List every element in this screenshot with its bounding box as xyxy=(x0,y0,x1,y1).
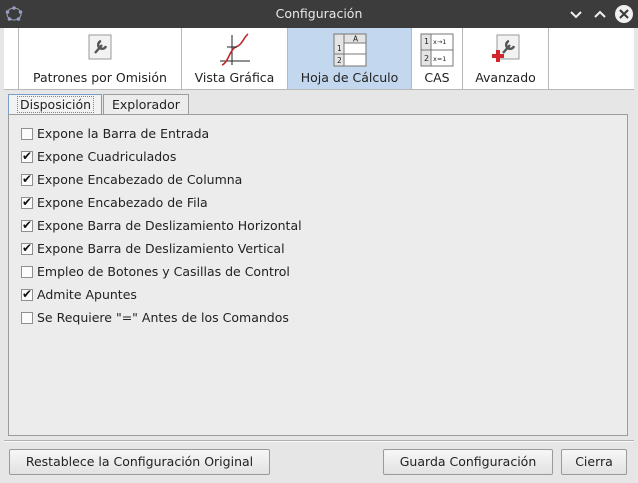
tab-cas[interactable]: 1 x→1 2 x=1 CAS xyxy=(412,28,463,89)
check-mark-icon: ✔ xyxy=(22,241,33,255)
checkbox-label: Expone Cuadriculados xyxy=(37,149,177,164)
checkbox-label: Admite Apuntes xyxy=(37,287,137,302)
checkbox-box[interactable]: ✔ xyxy=(21,172,33,186)
title-bar: Configuración xyxy=(0,0,638,28)
checkbox-box[interactable]: ✔ xyxy=(21,218,33,232)
row-header-2: 2 xyxy=(337,56,342,65)
checkbox-label: Expone Barra de Deslizamiento Vertical xyxy=(37,241,285,256)
tab-label: Patrones por Omisión xyxy=(33,70,167,85)
check-mark-icon: ✔ xyxy=(22,287,33,301)
check-mark-icon: ✔ xyxy=(22,195,33,209)
layout-options-panel: Expone la Barra de Entrada ✔ Expone Cuad… xyxy=(8,114,628,436)
tab-browser[interactable]: Explorador xyxy=(103,94,189,114)
tab-layout[interactable]: Disposición xyxy=(8,94,102,115)
minimize-icon[interactable] xyxy=(566,4,586,24)
tab-label: CAS xyxy=(424,70,450,85)
checkbox-label: Expone Barra de Deslizamiento Horizontal xyxy=(37,218,302,233)
cas-expr-1: x→1 xyxy=(433,38,446,46)
check-mark-icon: ✔ xyxy=(22,172,33,186)
checkbox-label: Expone Encabezado de Columna xyxy=(37,172,243,187)
tab-label: Disposición xyxy=(17,96,95,113)
check-mark-icon: ✔ xyxy=(22,149,33,163)
checkbox-box[interactable]: ✔ xyxy=(21,149,33,163)
checkbox-box[interactable] xyxy=(21,312,33,324)
tab-label: Vista Gráfica xyxy=(194,70,275,85)
footer-divider xyxy=(4,440,634,442)
wrench-icon xyxy=(88,34,112,60)
tab-advanced[interactable]: Avanzado xyxy=(463,28,549,89)
save-settings-button[interactable]: Guarda Configuración xyxy=(383,449,553,475)
tab-spreadsheet[interactable]: A 1 2 Hoja de Cálculo xyxy=(288,28,412,89)
checkbox-label: Expone Encabezado de Fila xyxy=(37,195,208,210)
tab-label: Explorador xyxy=(112,97,180,112)
cas-expr-2: x=1 xyxy=(433,55,446,63)
row-header-1: 1 xyxy=(337,44,342,53)
tab-graphics-view[interactable]: Vista Gráfica xyxy=(182,28,288,89)
checkbox-label: Se Requiere "=" Antes de los Comandos xyxy=(37,310,289,325)
advanced-wrench-icon xyxy=(491,34,519,62)
restore-defaults-button[interactable]: Restablece la Configuración Original xyxy=(9,449,270,475)
tab-label: Hoja de Cálculo xyxy=(300,70,399,85)
checkbox-box[interactable]: ✔ xyxy=(21,241,33,255)
checkbox-label: Expone la Barra de Entrada xyxy=(37,126,210,141)
close-icon[interactable] xyxy=(614,4,634,24)
check-mark-icon: ✔ xyxy=(22,218,33,232)
maximize-icon[interactable] xyxy=(590,4,610,24)
spreadsheet-icon: A 1 2 xyxy=(333,33,366,67)
close-button[interactable]: Cierra xyxy=(561,449,627,475)
cas-row-2: 2 xyxy=(424,54,429,63)
checkbox-box[interactable]: ✔ xyxy=(21,287,33,301)
column-header-a: A xyxy=(353,35,359,44)
cas-icon: 1 x→1 2 x=1 xyxy=(420,33,454,67)
window-title: Configuración xyxy=(275,6,363,21)
cas-row-1: 1 xyxy=(424,37,429,46)
checkbox-box[interactable] xyxy=(21,128,33,140)
checkbox-box[interactable] xyxy=(21,266,33,278)
tab-defaults[interactable]: Patrones por Omisión xyxy=(18,28,182,89)
tab-label: Avanzado xyxy=(475,70,536,85)
checkbox-label: Empleo de Botones y Casillas de Control xyxy=(37,264,290,279)
graph-icon xyxy=(219,33,250,66)
checkbox-box[interactable]: ✔ xyxy=(21,195,33,209)
settings-category-toolbar: Patrones por Omisión Vista Gráfica A 1 2… xyxy=(4,28,634,90)
